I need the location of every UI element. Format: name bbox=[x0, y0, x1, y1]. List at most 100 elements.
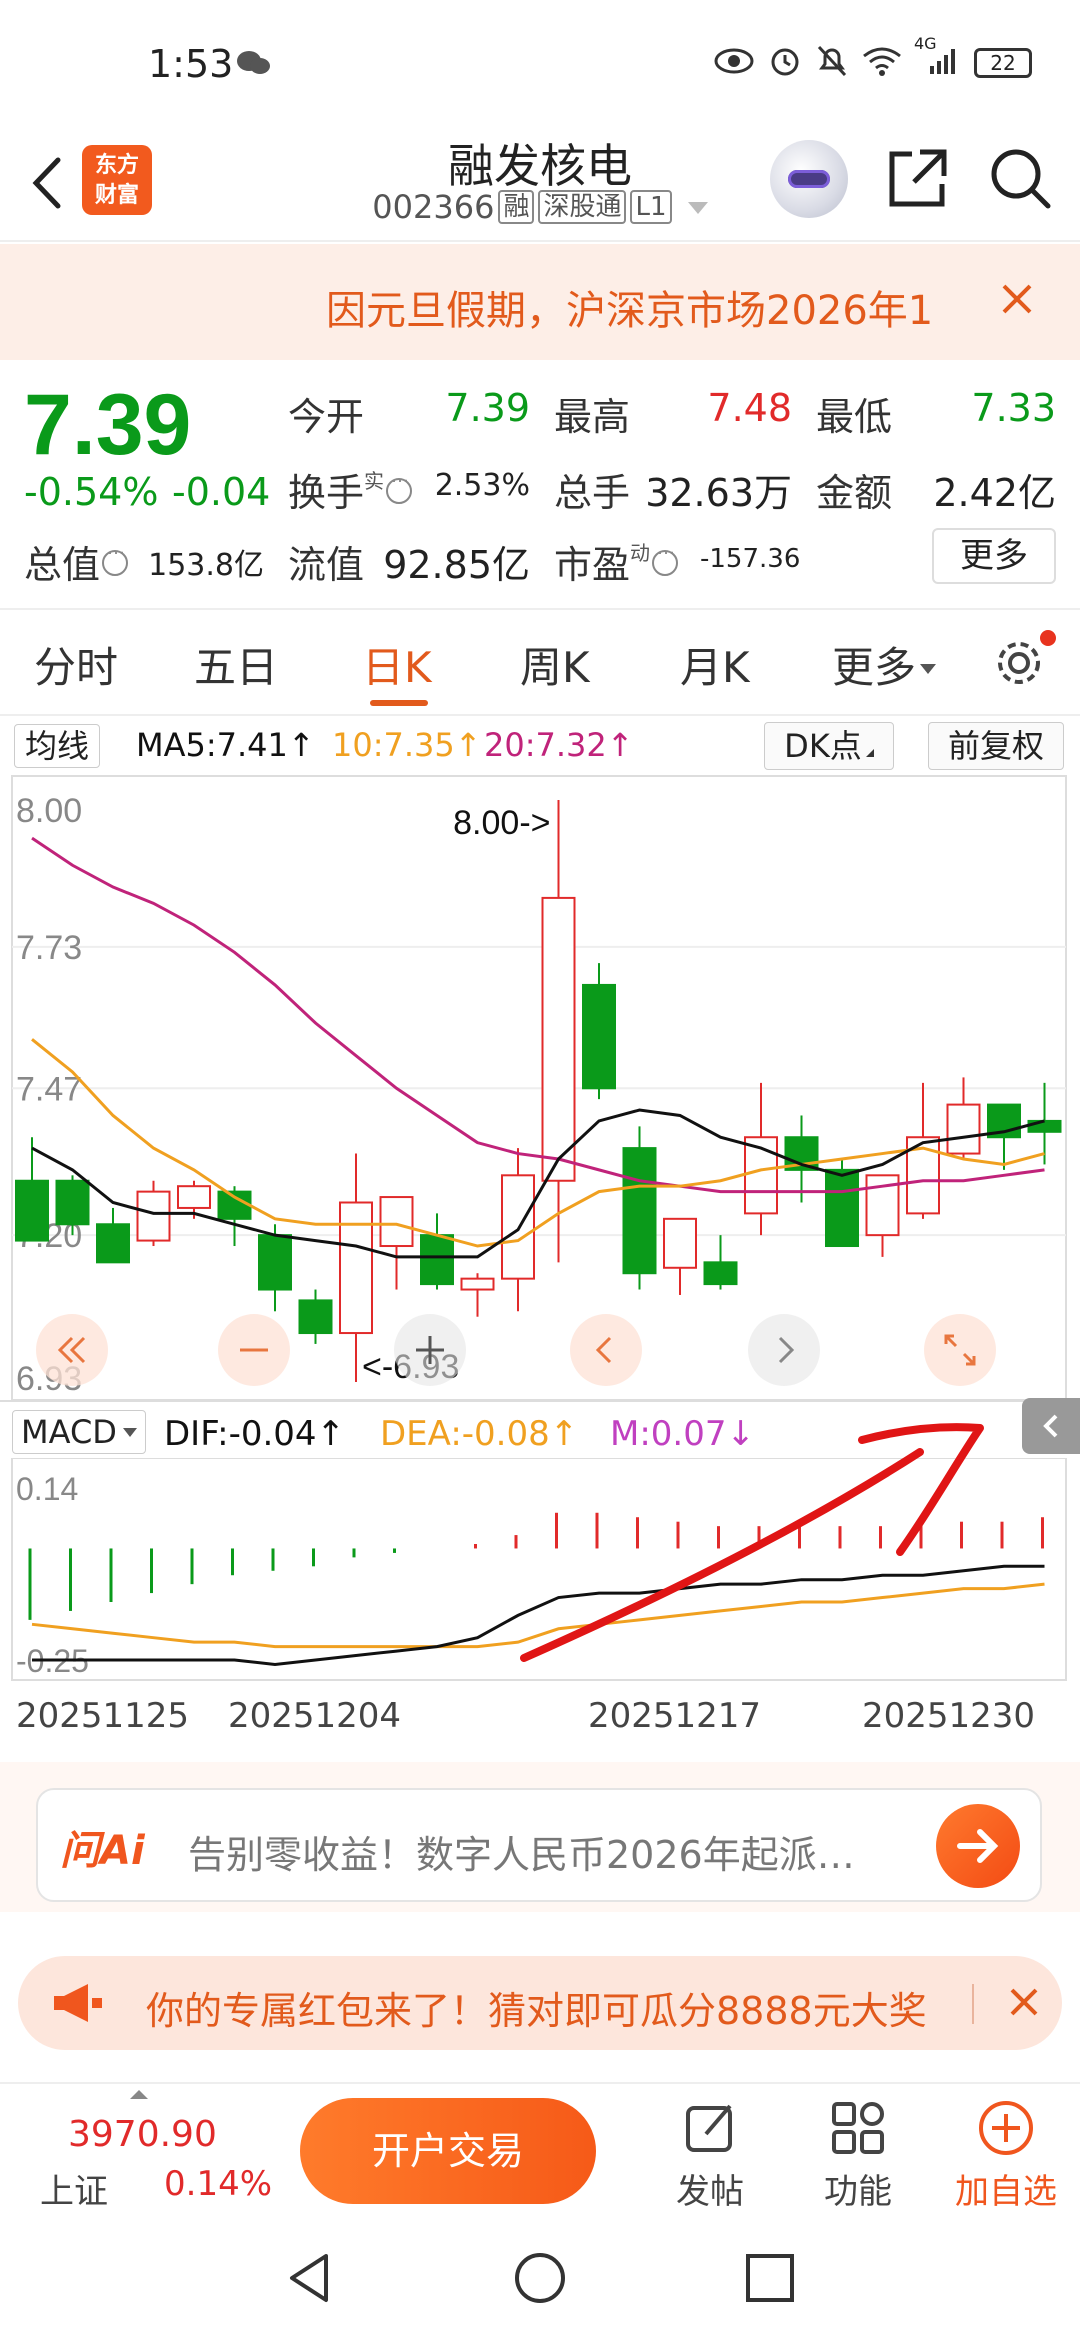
share-button[interactable] bbox=[882, 144, 952, 214]
holiday-notice-banner[interactable]: 因元旦假期，沪深京市场2026年1 bbox=[0, 244, 1080, 360]
tab-monthly-k[interactable]: 月K bbox=[680, 634, 750, 695]
stock-code: 002366 bbox=[372, 188, 495, 226]
functions-button[interactable]: 功能 bbox=[798, 2098, 918, 2213]
dea-line bbox=[31, 1582, 1045, 1649]
info-icon bbox=[386, 466, 413, 504]
promo-close-icon[interactable] bbox=[1004, 1982, 1044, 2022]
turnover-value: 2.53% bbox=[434, 468, 530, 503]
search-button[interactable] bbox=[984, 142, 1054, 212]
dif-line bbox=[32, 1564, 1045, 1666]
bottom-toolbar: 3970.90 上证 0.14% 开户交易 发帖 功能 加自选 bbox=[0, 2082, 1080, 2212]
mute-icon bbox=[816, 44, 848, 82]
volume-label: 总手 bbox=[554, 471, 631, 515]
status-bar: 1:53 4G 22 bbox=[0, 0, 1080, 130]
info-icon bbox=[102, 538, 129, 576]
change-percent: -0.54% bbox=[24, 470, 159, 514]
nav-home-icon[interactable] bbox=[512, 2250, 568, 2306]
add-watchlist-button[interactable]: 加自选 bbox=[946, 2098, 1066, 2213]
battery-icon: 22 bbox=[974, 48, 1032, 78]
gear-icon[interactable] bbox=[992, 636, 1046, 690]
float-value: 92.85亿 bbox=[383, 543, 530, 587]
ai-logo: 问Ai bbox=[60, 1828, 145, 1874]
collapse-panel-icon[interactable] bbox=[1022, 1398, 1080, 1454]
pe-value: -157.36 bbox=[700, 544, 801, 574]
candle-body bbox=[96, 1223, 130, 1264]
indicator-selector[interactable]: MACD bbox=[12, 1410, 146, 1454]
candle-body bbox=[946, 1103, 981, 1155]
pe-label[interactable]: 市盈动 bbox=[554, 534, 679, 589]
add-watchlist-label: 加自选 bbox=[955, 2172, 1057, 2212]
open-account-trade-button[interactable]: 开户交易 bbox=[300, 2098, 596, 2204]
turnover-label[interactable]: 换手实 bbox=[288, 462, 413, 517]
candle-body bbox=[541, 896, 576, 1182]
system-nav-bar bbox=[0, 2212, 1080, 2340]
functions-label: 功能 bbox=[824, 2172, 892, 2212]
candle-body bbox=[622, 1147, 657, 1275]
dropdown-icon bbox=[687, 202, 708, 214]
y-tick-label: 7.73 bbox=[16, 929, 82, 967]
date-label: 20251125 bbox=[16, 1696, 190, 1736]
dk-corner-icon bbox=[865, 749, 874, 757]
macd-y-tick-label: 0.14 bbox=[16, 1471, 78, 1507]
low-value: 7.33 bbox=[971, 386, 1056, 430]
kline-chart[interactable]: 8.007.737.477.206.938.00-><-6.93 bbox=[0, 770, 1080, 1400]
macd-frame bbox=[11, 1458, 1067, 1681]
candle-body bbox=[663, 1217, 697, 1269]
ma-type-selector[interactable]: 均线 bbox=[14, 724, 101, 768]
tab-weekly-k[interactable]: 周K bbox=[520, 634, 590, 695]
zoom-in-icon[interactable] bbox=[394, 1314, 466, 1386]
tab-intraday[interactable]: 分时 bbox=[34, 634, 118, 695]
red-packet-promo-banner[interactable]: 你的专属红包来了！猜对即可瓜分8888元大奖 bbox=[18, 1956, 1062, 2050]
prev-icon[interactable] bbox=[570, 1314, 642, 1386]
dk-point-button[interactable]: DK点 bbox=[764, 722, 894, 770]
ma10-legend: 10:7.35↑ bbox=[332, 726, 482, 764]
float-label: 流值 bbox=[288, 543, 365, 587]
macd-chart[interactable]: 0.14-0.25 bbox=[0, 1458, 1080, 1682]
megaphone-icon bbox=[48, 1980, 108, 2030]
ai-question-box[interactable]: 问Ai 告别零收益！数字人民币2026年起派… bbox=[36, 1788, 1042, 1902]
macd-legend-bar: MACD DIF:-0.04↑ DEA:-0.08↑ M:0.07↓ bbox=[0, 1400, 1080, 1458]
wifi-icon bbox=[862, 46, 902, 80]
ma20-legend: 20:7.32↑ bbox=[484, 726, 634, 764]
more-button[interactable]: 更多 bbox=[932, 528, 1056, 584]
index-value[interactable]: 3970.90 bbox=[68, 2114, 217, 2155]
mcap-label[interactable]: 总值 bbox=[24, 534, 129, 589]
fast-back-icon[interactable] bbox=[36, 1314, 108, 1386]
candle-body bbox=[379, 1196, 414, 1248]
tab-more-arrow-icon bbox=[920, 664, 937, 674]
ai-robot-icon[interactable] bbox=[770, 140, 848, 218]
fullscreen-icon[interactable] bbox=[924, 1314, 996, 1386]
plus-circle-icon bbox=[979, 2101, 1033, 2155]
amount-value: 2.42亿 bbox=[933, 471, 1056, 515]
price-adjust-button[interactable]: 前复权 bbox=[928, 722, 1064, 770]
candle-body bbox=[298, 1299, 333, 1335]
dif-legend: DIF:-0.04↑ bbox=[164, 1414, 346, 1454]
ma20-line bbox=[31, 836, 1045, 1194]
nav-recents-icon[interactable] bbox=[742, 2250, 798, 2306]
candle-body bbox=[339, 1201, 373, 1335]
nav-back-icon[interactable] bbox=[282, 2250, 338, 2306]
next-icon[interactable] bbox=[748, 1314, 820, 1386]
candle-body bbox=[258, 1234, 292, 1291]
zoom-out-icon[interactable] bbox=[218, 1314, 290, 1386]
tab-daily-k[interactable]: 日K bbox=[362, 634, 432, 695]
indicator-dropdown-icon bbox=[122, 1428, 137, 1437]
dk-label: DK点 bbox=[784, 727, 862, 765]
date-label: 20251230 bbox=[862, 1696, 1036, 1736]
tab-more[interactable]: 更多 bbox=[832, 634, 937, 695]
level-tag: L1 bbox=[630, 190, 672, 224]
turnover-sup: 实 bbox=[364, 469, 385, 493]
alarm-icon bbox=[768, 44, 802, 82]
index-expand-icon[interactable] bbox=[130, 2090, 148, 2099]
send-arrow-icon[interactable] bbox=[936, 1804, 1020, 1888]
active-tab-underline bbox=[370, 700, 428, 706]
post-button[interactable]: 发帖 bbox=[650, 2098, 770, 2213]
ai-section: 问Ai 告别零收益！数字人民币2026年起派… bbox=[0, 1762, 1080, 1912]
index-name: 上证 bbox=[40, 2172, 108, 2212]
dea-legend: DEA:-0.08↑ bbox=[380, 1414, 579, 1454]
notice-close-icon[interactable] bbox=[992, 274, 1042, 324]
m-legend: M:0.07↓ bbox=[610, 1414, 755, 1454]
tab-more-label: 更多 bbox=[832, 643, 917, 692]
notice-text: 因元旦假期，沪深京市场2026年1 bbox=[326, 288, 934, 334]
tab-five-day[interactable]: 五日 bbox=[194, 634, 278, 695]
